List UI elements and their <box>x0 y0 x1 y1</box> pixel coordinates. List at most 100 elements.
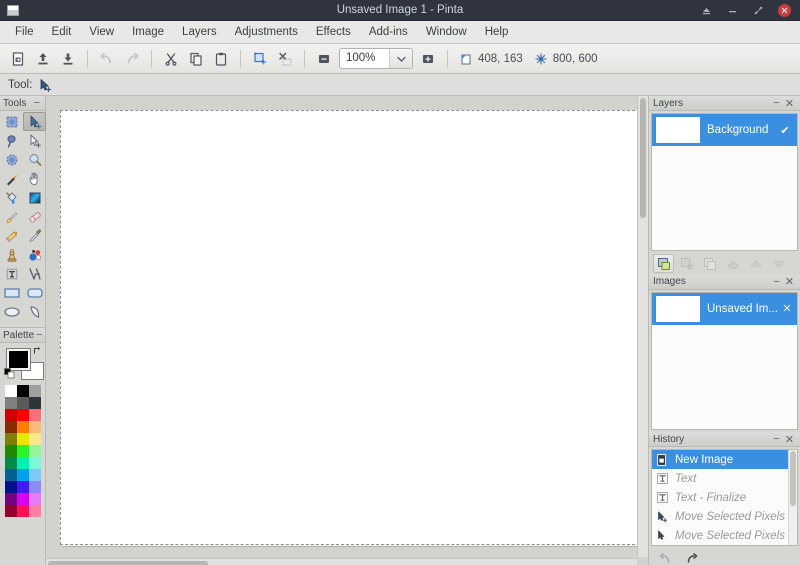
layer-visibility-checkbox[interactable]: ✔ <box>775 124 795 137</box>
layers-list[interactable]: Background ✔ <box>651 113 798 251</box>
menu-layers[interactable]: Layers <box>173 23 226 41</box>
palette-color[interactable] <box>28 421 41 433</box>
palette-color[interactable] <box>28 493 41 505</box>
images-panel-minimize-button[interactable]: − <box>770 276 783 288</box>
layers-panel-close-button[interactable]: ✕ <box>783 97 796 110</box>
palette-color[interactable] <box>4 385 17 397</box>
move-layer-up-button[interactable] <box>745 254 766 273</box>
menu-effects[interactable]: Effects <box>307 23 360 41</box>
palette-color[interactable] <box>4 409 17 421</box>
duplicate-layer-button[interactable] <box>699 254 720 273</box>
menu-edit[interactable]: Edit <box>43 23 81 41</box>
tool-text[interactable] <box>0 264 23 283</box>
new-image-button[interactable] <box>6 47 30 71</box>
tool-move-selection[interactable] <box>23 131 46 150</box>
palette-color[interactable] <box>4 397 17 409</box>
palette-color[interactable] <box>16 493 29 505</box>
menu-help[interactable]: Help <box>476 23 518 41</box>
canvas-area[interactable] <box>46 96 648 565</box>
palette-color[interactable] <box>16 385 29 397</box>
palette-color[interactable] <box>4 445 17 457</box>
layers-panel-minimize-button[interactable]: − <box>770 97 783 109</box>
delete-layer-button[interactable] <box>676 254 697 273</box>
copy-button[interactable] <box>184 47 208 71</box>
menu-file[interactable]: File <box>6 23 43 41</box>
tool-lasso-select[interactable] <box>0 131 23 150</box>
tool-move-selected[interactable] <box>23 112 46 131</box>
palette-color[interactable] <box>4 481 17 493</box>
palette-color[interactable] <box>28 481 41 493</box>
tool-paintbrush[interactable] <box>0 207 23 226</box>
layer-row[interactable]: Background ✔ <box>652 114 797 146</box>
tools-panel-minimize-button[interactable]: − <box>32 97 42 109</box>
history-list[interactable]: New Image Text Text - Finalize Move Sele… <box>651 449 798 546</box>
add-layer-button[interactable] <box>653 254 674 274</box>
close-image-button[interactable]: ✕ <box>779 302 795 315</box>
tool-line-curve[interactable] <box>23 264 46 283</box>
undo-button[interactable] <box>95 47 119 71</box>
scrollbar-thumb[interactable] <box>640 98 646 218</box>
tool-pencil[interactable] <box>0 226 23 245</box>
tool-color-picker[interactable] <box>23 226 46 245</box>
redo-button[interactable] <box>120 47 144 71</box>
swap-colors-icon[interactable] <box>32 345 43 359</box>
palette-color[interactable] <box>28 385 41 397</box>
move-selected-pixels-icon[interactable] <box>38 78 52 92</box>
palette-color[interactable] <box>28 505 41 517</box>
history-panel-close-button[interactable]: ✕ <box>783 433 796 446</box>
minimize-button[interactable] <box>726 4 739 17</box>
menu-add-ins[interactable]: Add-ins <box>360 23 417 41</box>
primary-color-swatch[interactable] <box>6 348 31 371</box>
palette-color[interactable] <box>4 493 17 505</box>
history-undo-button[interactable] <box>657 551 673 565</box>
save-image-button[interactable] <box>56 47 80 71</box>
history-panel-minimize-button[interactable]: − <box>770 433 783 445</box>
tool-clone-stamp[interactable] <box>0 245 23 264</box>
zoom-level-input[interactable]: 100% <box>340 49 390 68</box>
tool-rounded-rectangle[interactable] <box>23 283 46 302</box>
history-item[interactable]: Move Selected Pixels <box>652 526 797 545</box>
palette-color[interactable] <box>28 445 41 457</box>
image-canvas[interactable] <box>60 110 640 545</box>
menu-view[interactable]: View <box>80 23 123 41</box>
palette-color[interactable] <box>16 505 29 517</box>
palette-color[interactable] <box>16 433 29 445</box>
tool-magic-wand[interactable] <box>0 169 23 188</box>
tool-eraser[interactable] <box>23 207 46 226</box>
open-image-button[interactable] <box>31 47 55 71</box>
canvas-horizontal-scrollbar[interactable] <box>46 558 637 565</box>
tool-ellipse-select[interactable] <box>0 150 23 169</box>
tool-rectangle-select[interactable] <box>0 112 23 131</box>
palette-color[interactable] <box>16 481 29 493</box>
menu-window[interactable]: Window <box>417 23 476 41</box>
shade-button[interactable] <box>700 4 713 17</box>
palette-color[interactable] <box>16 445 29 457</box>
palette-color[interactable] <box>28 409 41 421</box>
palette-color[interactable] <box>16 421 29 433</box>
tool-recolor[interactable] <box>23 245 46 264</box>
history-redo-button[interactable] <box>683 551 699 565</box>
zoom-in-button[interactable] <box>416 47 440 71</box>
images-panel-close-button[interactable]: ✕ <box>783 275 796 288</box>
scrollbar-thumb[interactable] <box>48 561 208 565</box>
palette-color[interactable] <box>16 397 29 409</box>
palette-color[interactable] <box>28 433 41 445</box>
palette-color[interactable] <box>4 433 17 445</box>
palette-color[interactable] <box>16 469 29 481</box>
history-item[interactable]: Move Selected Pixels <box>652 507 797 526</box>
scrollbar-thumb[interactable] <box>790 451 796 506</box>
tool-ellipse[interactable] <box>0 302 23 321</box>
merge-layer-down-button[interactable] <box>722 254 743 273</box>
palette-color[interactable] <box>16 409 29 421</box>
palette-color[interactable] <box>28 457 41 469</box>
tool-zoom[interactable] <box>23 150 46 169</box>
deselect-all-button[interactable] <box>273 47 297 71</box>
move-layer-down-button[interactable] <box>768 254 789 273</box>
history-item[interactable]: Text - Finalize <box>652 488 797 507</box>
images-list[interactable]: Unsaved Im... ✕ <box>651 291 798 430</box>
canvas-vertical-scrollbar[interactable] <box>637 96 648 557</box>
history-item[interactable]: Text <box>652 469 797 488</box>
tool-paint-bucket[interactable] <box>0 188 23 207</box>
palette-color[interactable] <box>4 421 17 433</box>
crop-to-selection-button[interactable] <box>248 47 272 71</box>
